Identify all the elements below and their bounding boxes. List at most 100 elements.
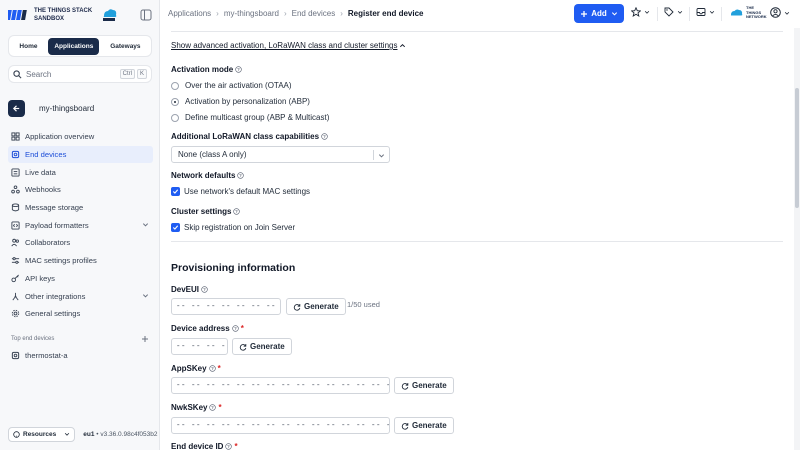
network-defaults-checkbox[interactable]: Use network's default MAC settings [171,187,310,196]
version-info: eu1 • v3.36.0.98c4f053b2 [83,430,158,438]
device-icon [11,351,20,360]
radio-button[interactable] [171,97,179,106]
sidebar-item-webhooks[interactable]: Webhooks [8,181,153,199]
ttn-cloud-logo-icon [103,9,117,21]
sidebar-item-payload-formatters[interactable]: Payload formatters [8,216,153,234]
integrations-icon [12,292,19,300]
generate-label: Generate [250,342,285,351]
scrollbar-thumb[interactable] [795,88,799,208]
checkbox[interactable] [171,223,180,232]
brand-logo[interactable]: THE THINGS STACK SANDBOX [8,6,156,24]
bookmarks-button[interactable] [631,7,650,17]
back-button[interactable] [8,99,25,117]
user-menu[interactable]: THE THINGS NETWORK [728,5,790,20]
checkbox[interactable] [171,187,180,196]
appskey-input[interactable]: -- -- -- -- -- -- -- -- -- -- -- -- -- -… [171,377,390,394]
star-icon [631,7,641,17]
sidebar-item-other-integrations[interactable]: Other integrations [8,287,153,305]
resources-button[interactable]: Resources [8,426,76,442]
svg-text:?: ? [240,173,243,178]
gear-icon [11,310,20,318]
inbox-icon [696,8,706,16]
inbox-button[interactable] [696,7,715,17]
sidebar-item-message-storage[interactable]: Message storage [8,199,153,217]
radio-button[interactable] [171,81,179,90]
chevron-down-icon [677,10,683,14]
chevron-down-icon [65,432,70,436]
help-icon[interactable]: ? [208,365,216,372]
radio-abp[interactable]: Activation by personalization (ABP) [171,97,310,106]
sidebar-item-mac-settings-profiles[interactable]: MAC settings profiles [8,252,153,270]
class-capabilities-select[interactable]: None (class A only) [171,146,390,163]
radio-button[interactable] [171,113,179,122]
provisioning-title: Provisioning information [171,262,296,274]
top-device-item[interactable]: thermostat-a [11,351,68,360]
sidebar-item-end-devices[interactable]: End devices [8,145,153,164]
radio-multicast[interactable]: Define multicast group (ABP & Multicast) [171,113,329,122]
divider [171,31,783,32]
sidebar-item-collaborators[interactable]: Collaborators [8,234,153,252]
nwkskey-label: NwkSKey ? * [171,403,222,412]
chevron-down-icon [784,11,790,15]
checkmark-icon [172,189,179,194]
add-button-label: Add [591,9,607,18]
deveui-usage: 1/50 used [347,300,380,309]
help-icon[interactable]: ? [201,286,208,293]
tab-gateways[interactable]: Gateways [104,38,146,55]
search-icon [13,69,22,78]
deveui-input[interactable]: -- -- -- -- -- -- -- -- [171,298,281,315]
generate-deveui-button[interactable]: Generate [286,298,346,315]
sidebar-item-application-overview[interactable]: Application overview [8,128,153,146]
help-icon[interactable]: ? [321,133,328,140]
help-icon[interactable]: ? [233,208,241,215]
skip-join-server-checkbox[interactable]: Skip registration on Join Server [171,223,295,232]
help-icon[interactable]: ? [225,443,233,450]
required-marker: * [217,364,221,373]
checkbox-label: Skip registration on Join Server [184,223,296,232]
generate-device-address-button[interactable]: Generate [232,338,292,355]
plus-icon[interactable] [141,335,149,343]
help-icon[interactable]: ? [209,404,217,411]
breadcrumb-application[interactable]: my-thingsboard [224,9,279,18]
list-icon [11,168,20,177]
device-address-input[interactable]: -- -- -- -- [171,338,228,355]
sidebar-collapse-icon[interactable] [140,9,152,21]
refresh-icon [401,422,409,430]
tags-button[interactable] [664,7,683,17]
help-icon[interactable]: ? [231,325,239,332]
generate-nwkskey-button[interactable]: Generate [394,417,454,434]
help-icon[interactable]: ? [235,66,242,73]
tab-home[interactable]: Home [13,38,43,55]
svg-text:?: ? [203,287,206,292]
required-marker: * [218,403,222,412]
help-icon[interactable]: ? [237,172,245,179]
avatar-icon [770,7,781,19]
breadcrumb-applications[interactable]: Applications [168,9,211,18]
brand-name: THE THINGS STACK [34,8,93,14]
breadcrumb-end-devices[interactable]: End devices [292,9,336,18]
sidebar-item-label: Other integrations [25,291,86,301]
webhook-icon [11,185,20,194]
sidebar-item-label: Webhooks [25,185,61,195]
grid-icon [11,132,20,141]
nwkskey-input[interactable]: -- -- -- -- -- -- -- -- -- -- -- -- -- -… [171,417,390,434]
sidebar-item-general-settings[interactable]: General settings [8,305,153,323]
sidebar-item-live-data[interactable]: Live data [8,163,153,181]
ttn-cloud-logo-icon [730,9,743,16]
radio-otaa[interactable]: Over the air activation (OTAA) [171,81,292,90]
scrollbar[interactable] [794,28,800,450]
svg-text:?: ? [234,326,237,331]
advanced-settings-toggle[interactable]: Show advanced activation, LoRaWAN class … [171,41,406,50]
generate-appskey-button[interactable]: Generate [394,377,454,394]
sidebar-item-api-keys[interactable]: API keys [8,270,153,288]
sidebar-item-label: Payload formatters [25,220,89,230]
plus-icon [581,10,588,17]
tab-applications[interactable]: Applications [48,37,100,55]
activation-mode-label: Activation mode ? [171,65,242,74]
chevron-down-icon [142,223,149,227]
search-input[interactable]: Search Ctrl K [8,65,152,83]
breadcrumb-current: Register end device [347,9,424,18]
radio-label: Define multicast group (ABP & Multicast) [185,113,330,122]
chevron-up-icon [400,43,406,48]
add-button[interactable]: Add [574,4,624,23]
